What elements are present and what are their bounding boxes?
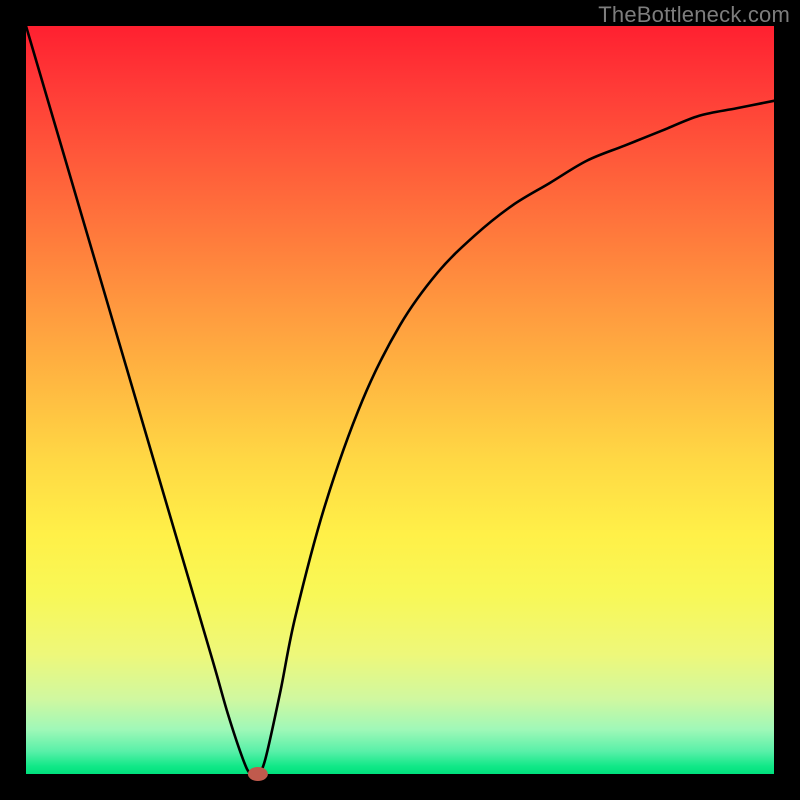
watermark-text: TheBottleneck.com [598,2,790,28]
optimal-point-marker [248,767,268,781]
chart-svg [26,26,774,774]
chart-frame: TheBottleneck.com [0,0,800,800]
chart-plot-area [26,26,774,774]
bottleneck-curve [26,26,774,776]
